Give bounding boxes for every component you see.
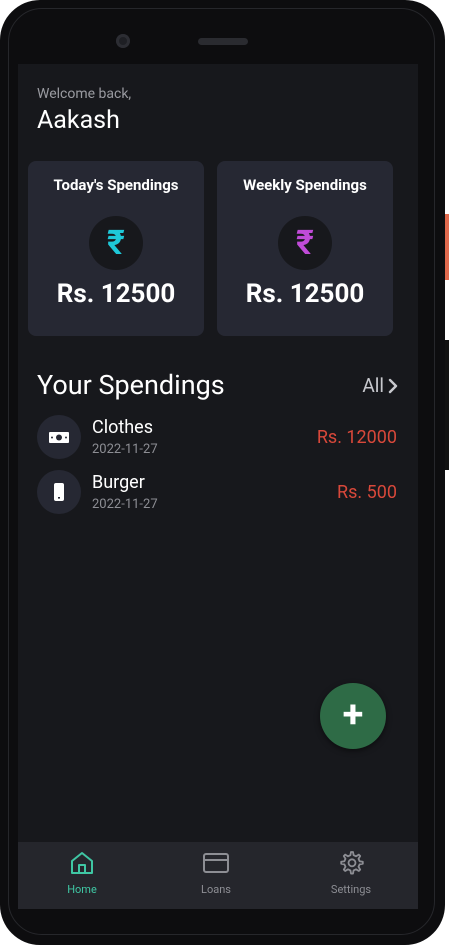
item-amount: Rs. 500 [337, 482, 397, 503]
nav-item-loans[interactable]: Loans [171, 842, 261, 909]
view-all-link[interactable]: All [362, 374, 398, 397]
camera-icon [116, 34, 130, 48]
section-title: Your Spendings [37, 369, 225, 401]
item-icon-badge [37, 415, 81, 459]
bottom-navigation: Home Loans Settings [18, 842, 418, 909]
nav-label: Home [67, 883, 97, 896]
item-icon-badge [37, 470, 81, 514]
app-screen: Welcome back, Aakash Today's Spendings ₹… [18, 64, 418, 909]
rupee-icon: ₹ [278, 216, 332, 270]
list-item[interactable]: Burger 2022-11-27 Rs. 500 [37, 470, 397, 515]
item-name: Burger [92, 472, 145, 493]
home-icon [71, 852, 93, 874]
device-frame: Welcome back, Aakash Today's Spendings ₹… [0, 0, 445, 945]
nav-item-settings[interactable]: Settings [306, 842, 396, 909]
welcome-text: Welcome back, [37, 86, 132, 102]
gear-icon [340, 851, 364, 875]
nav-label: Settings [330, 883, 372, 896]
card-amount: Rs. 12500 [245, 279, 365, 309]
add-spending-button[interactable]: + [320, 683, 386, 749]
nav-label: Loans [201, 883, 231, 896]
weekly-spendings-card[interactable]: Weekly Spendings ₹ Rs. 12500 [217, 161, 393, 336]
phone-icon [54, 483, 64, 501]
item-date: 2022-11-27 [92, 442, 158, 457]
view-all-label: All [362, 374, 384, 397]
nav-item-home[interactable]: Home [37, 842, 127, 909]
item-name: Clothes [92, 417, 153, 438]
card-title: Weekly Spendings [243, 176, 367, 194]
rupee-icon: ₹ [89, 216, 143, 270]
cash-icon [49, 432, 69, 443]
side-button [445, 340, 449, 470]
list-item[interactable]: Clothes 2022-11-27 Rs. 12000 [37, 415, 397, 460]
chevron-right-icon [388, 378, 398, 393]
item-date: 2022-11-27 [92, 497, 158, 512]
speaker-grille [198, 38, 248, 45]
user-name: Aakash [37, 106, 120, 135]
card-title: Today's Spendings [53, 176, 179, 194]
today-spendings-card[interactable]: Today's Spendings ₹ Rs. 12500 [28, 161, 204, 336]
card-icon [203, 853, 229, 873]
card-amount: Rs. 12500 [56, 279, 176, 309]
side-button [445, 214, 449, 280]
item-amount: Rs. 12000 [316, 427, 397, 448]
